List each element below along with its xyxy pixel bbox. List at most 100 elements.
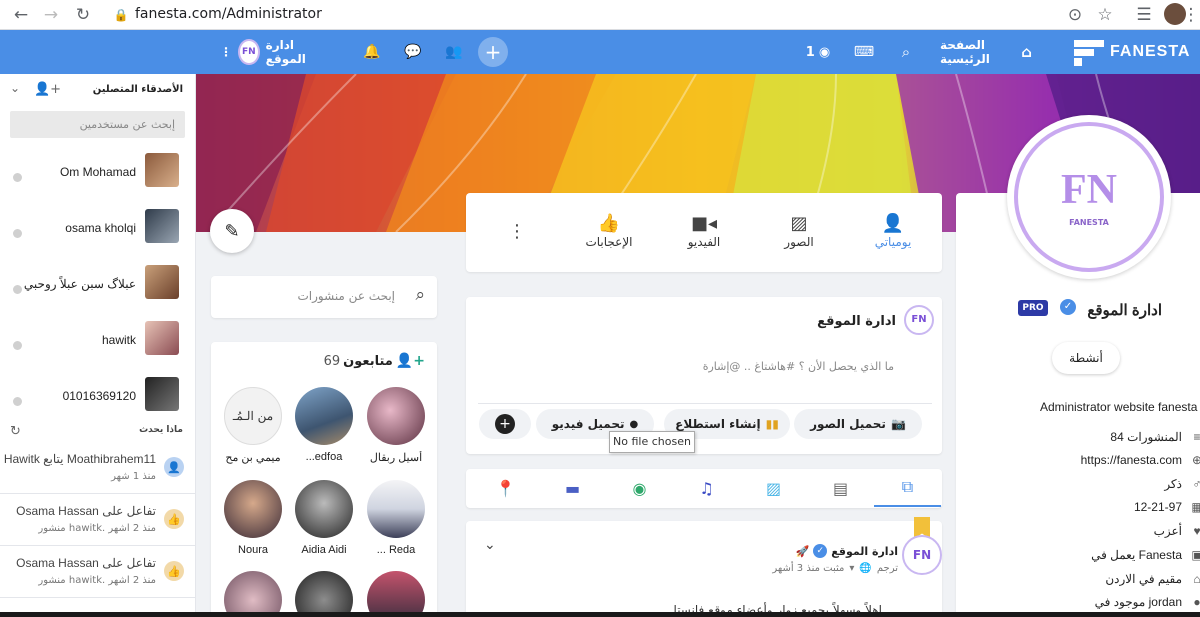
- tab-likes[interactable]: 👍 الإعجابات: [569, 213, 649, 249]
- browser-menu-icon[interactable]: ⋮: [1183, 4, 1200, 26]
- info-birthday: 12-21-97 ▦: [1134, 500, 1200, 514]
- avatar: [145, 377, 179, 411]
- home-link[interactable]: الصفحة الرئيسية ⌂: [940, 30, 1032, 74]
- url-bar[interactable]: fanesta.com/Administrator: [135, 6, 322, 22]
- globe-icon: 🌐: [859, 563, 872, 574]
- info-relationship: أعزب ♥: [1154, 524, 1200, 538]
- follower-item[interactable]: [366, 571, 426, 617]
- posts-icon: ≡: [1193, 430, 1200, 444]
- webcam-icon: ◉: [632, 478, 647, 498]
- avatar: من الـمُـ: [224, 387, 282, 445]
- composer-text-input[interactable]: ما الذي يحصل الأن ؟ #هاشتاغ .. @إشارة: [703, 360, 894, 373]
- rocket-icon: 🚀: [795, 544, 810, 558]
- collapse-chevron-icon[interactable]: ⌄: [10, 81, 20, 95]
- edit-cover-button[interactable]: ✎: [210, 209, 254, 253]
- upload-photos-button[interactable]: تحميل الصور 📷: [794, 409, 922, 439]
- follower-item[interactable]: ... Reda: [366, 480, 426, 556]
- sidebar-item-friend[interactable]: Om Mohamad: [0, 151, 195, 207]
- sidebar-item-friend[interactable]: hawitk: [0, 319, 195, 375]
- profile-views-counter[interactable]: 1 ◉: [800, 30, 836, 74]
- notifications-bell-icon[interactable]: 🔔: [361, 30, 383, 74]
- calendar-icon: ▦: [1191, 500, 1200, 514]
- info-website[interactable]: https://fanesta.com ⊕: [1081, 453, 1200, 467]
- follower-item[interactable]: ...edfoa: [294, 387, 354, 463]
- tab-photos[interactable]: ▨ الصور: [759, 213, 839, 249]
- activity-title: ماذا يحدث: [139, 425, 183, 435]
- post-search-box[interactable]: إبحث عن منشورات ⌕: [211, 276, 437, 318]
- follower-item[interactable]: Noura: [223, 480, 283, 556]
- photo-icon: ▨: [765, 478, 782, 498]
- follower-item[interactable]: من الـمُـ ميمي بن مح: [223, 387, 283, 464]
- online-friends-sidebar: الأصدقاء المتصلين 👤+ ⌄ إبحث عن مستخدمين …: [0, 74, 196, 617]
- dropdown-caret-icon[interactable]: ▾: [849, 563, 854, 574]
- follower-item[interactable]: [223, 571, 283, 617]
- activity-item[interactable]: Hawitk يتابع Moathibrahem11 منذ 1 شهر 👤: [0, 442, 195, 494]
- more-attachments-button[interactable]: +: [479, 409, 531, 439]
- tab-file-posts[interactable]: ▬: [539, 469, 606, 507]
- sidebar-item-friend[interactable]: osama kholqi: [0, 207, 195, 263]
- video-dot-icon: ●: [629, 418, 639, 430]
- tab-text-posts[interactable]: ▤: [807, 469, 874, 507]
- followers-header[interactable]: 69 متابعون 👤+: [324, 353, 425, 369]
- activities-button[interactable]: أنشطة: [1052, 342, 1120, 374]
- post-author[interactable]: 🚀 ✓ ادارة الموقع: [796, 544, 898, 558]
- verified-badge-icon: ✓: [813, 544, 828, 558]
- status-dot: [13, 341, 22, 350]
- follower-item[interactable]: [294, 571, 354, 617]
- like-icon: 👍: [164, 509, 184, 529]
- sidebar-item-friend[interactable]: عبلاگ سبن عبلاً روحبي: [0, 263, 195, 319]
- profile-avatar[interactable]: FN FANESTA: [1007, 115, 1171, 279]
- post-options-chevron-icon[interactable]: ⌄: [484, 537, 496, 553]
- create-button[interactable]: +: [478, 30, 508, 74]
- activity-item[interactable]: Osama Hassan تفاعل على منشور hawitk. منذ…: [0, 546, 195, 598]
- follower-item[interactable]: Aidia Aidi: [294, 480, 354, 556]
- search-icon[interactable]: ⌕: [415, 285, 425, 305]
- person-icon: 👤: [881, 213, 905, 234]
- composer-avatar: FN: [904, 305, 934, 335]
- friends-icon[interactable]: 👥: [443, 30, 465, 74]
- divider: [478, 403, 932, 404]
- sidebar-item-friend[interactable]: 01016369120: [0, 375, 195, 431]
- user-search-input[interactable]: إبحث عن مستخدمين: [10, 111, 185, 138]
- tab-all-posts[interactable]: ⧉: [874, 469, 941, 507]
- forward-icon[interactable]: →: [40, 4, 62, 26]
- post-search-input[interactable]: إبحث عن منشورات: [297, 289, 395, 303]
- tab-videos[interactable]: ■◂ الفيديو: [664, 213, 744, 249]
- profile-tabs-card: 👤 يومياتي ▨ الصور ■◂ الفيديو 👍 الإعجابات…: [466, 193, 942, 272]
- search-icon[interactable]: ⌕: [894, 30, 918, 74]
- site-logo[interactable]: FANESTA: [1072, 30, 1200, 74]
- tab-music-posts[interactable]: ♫: [673, 469, 740, 507]
- avatar: [295, 387, 353, 445]
- bookmark-star-icon[interactable]: ☆: [1094, 4, 1116, 26]
- refresh-icon[interactable]: ↻: [10, 424, 21, 439]
- map-pin-icon: 📍: [495, 478, 516, 498]
- add-friend-icon[interactable]: 👤+: [34, 82, 61, 97]
- info-lives-in: مقيم في الاردن ⌂: [1105, 572, 1200, 586]
- follower-item[interactable]: أسيل ربقال: [366, 387, 426, 464]
- more-options-icon[interactable]: ⋮: [508, 221, 526, 242]
- avatar: [367, 480, 425, 538]
- tab-live-posts[interactable]: ◉: [606, 469, 673, 507]
- translate-link[interactable]: ترجم: [877, 563, 898, 574]
- avatar: [295, 571, 353, 617]
- eye-icon: ◉: [818, 44, 831, 60]
- post-author-avatar[interactable]: FN: [902, 535, 942, 575]
- reload-icon[interactable]: ↻: [72, 4, 94, 26]
- location-icon[interactable]: ⊙: [1064, 4, 1086, 26]
- media-tabs: ⧉ ▤ ▨ ♫ ◉ ▬ 📍: [466, 469, 942, 508]
- music-note-icon: ♫: [699, 478, 714, 498]
- messages-icon[interactable]: 💬: [402, 30, 424, 74]
- thumbs-up-icon: 👍: [597, 213, 621, 234]
- keyboard-icon[interactable]: ⌨: [852, 30, 876, 74]
- reading-list-icon[interactable]: ☰: [1133, 4, 1155, 26]
- tab-location-posts[interactable]: 📍: [472, 469, 539, 507]
- avatar: [367, 571, 425, 617]
- gender-icon: ♂: [1192, 477, 1200, 491]
- user-menu[interactable]: ⋮ FN ادارة الموقع: [220, 30, 324, 74]
- tab-timeline[interactable]: 👤 يومياتي: [853, 213, 933, 249]
- tab-photo-posts[interactable]: ▨: [740, 469, 807, 507]
- activity-item[interactable]: Osama Hassan تفاعل على منشور hawitk. منذ…: [0, 494, 195, 546]
- home-icon: ⌂: [1193, 572, 1200, 586]
- info-gender: ذكر ♂: [1164, 477, 1200, 491]
- back-icon[interactable]: ←: [10, 4, 32, 26]
